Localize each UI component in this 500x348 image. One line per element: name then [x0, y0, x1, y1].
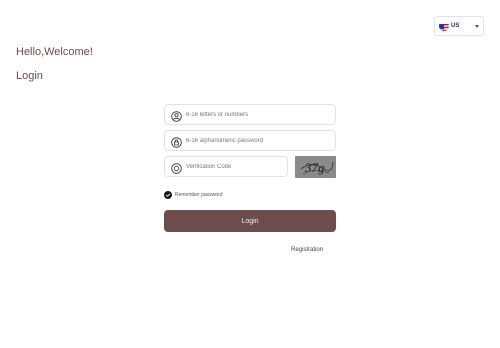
username-input[interactable] [186, 111, 326, 118]
page-title: Login [16, 70, 43, 82]
remember-password-toggle[interactable]: Remember password [164, 191, 223, 199]
language-code: US [451, 23, 460, 29]
chevron-down-icon [475, 25, 479, 28]
us-flag-icon [439, 21, 449, 31]
welcome-greeting: Hello,Welcome! [16, 46, 93, 58]
login-button[interactable]: Login [164, 210, 336, 232]
verification-code-field[interactable] [164, 156, 288, 177]
registration-link[interactable]: Registration [291, 247, 323, 253]
lock-icon [171, 135, 182, 148]
verification-code-input[interactable] [186, 163, 287, 170]
user-icon [171, 109, 182, 122]
password-field[interactable] [164, 130, 336, 151]
checkmark-icon[interactable] [164, 191, 172, 199]
password-input[interactable] [186, 137, 326, 144]
captcha-image[interactable]: 37g [295, 156, 336, 178]
language-selector[interactable]: US [434, 16, 484, 36]
remember-password-label: Remember password [175, 192, 223, 198]
shield-icon [171, 161, 182, 174]
username-field[interactable] [164, 104, 336, 125]
